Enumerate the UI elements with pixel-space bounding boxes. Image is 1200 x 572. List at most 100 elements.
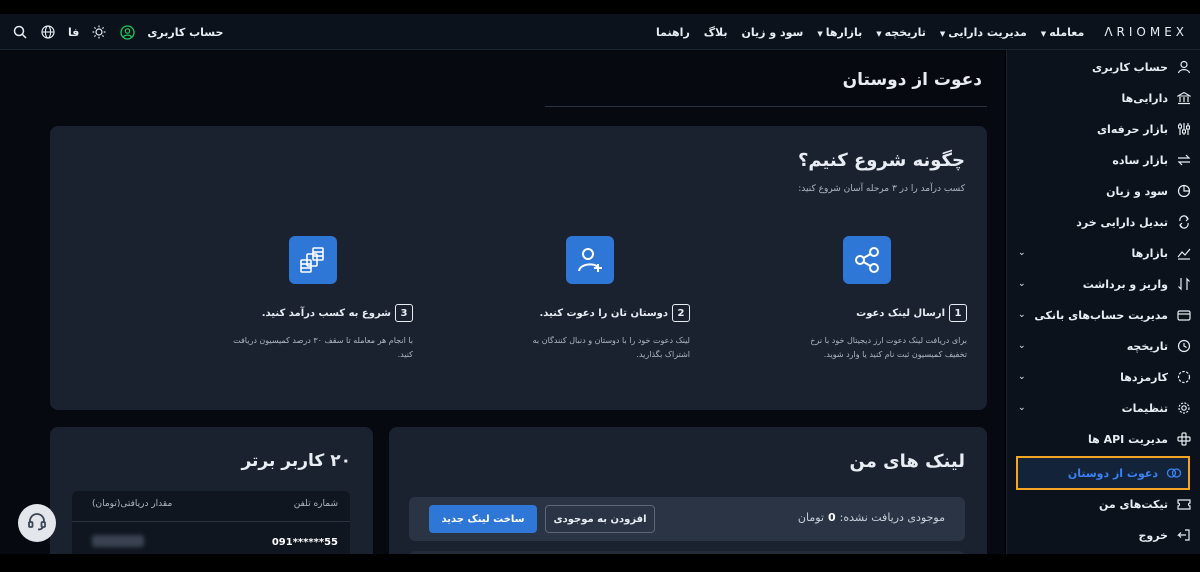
sidebar-item-pnl[interactable]: سود و زیان (1014, 178, 1192, 204)
history-icon (1176, 338, 1192, 354)
sidebar-item-label: بازارها (1131, 246, 1168, 260)
api-icon (1176, 431, 1192, 447)
sidebar-item-label: خروج (1138, 528, 1168, 542)
sidebar-item-settings[interactable]: تنظیمات ⌄ (1014, 395, 1192, 421)
step-title: 3 شروع به کسب درآمد کنید. (262, 304, 413, 322)
sidebar-item-label: تنظیمات (1121, 401, 1168, 415)
sidebar: حساب کاربری دارایی‌ها بازار حرفه‌ای بازا… (1006, 50, 1200, 554)
top-navbar: فا حساب کاربری ΛRIOMEX معامله▼ مدیریت دا… (0, 14, 1200, 50)
column-header-amount: مقدار دریافتی(تومان) (92, 499, 173, 509)
chevron-down-icon: ⌄ (1018, 310, 1026, 320)
caret-down-icon: ▼ (876, 29, 882, 38)
sidebar-item-markets[interactable]: بازارها ⌄ (1014, 240, 1192, 266)
user-plus-icon (566, 236, 614, 284)
column-header-phone: شماره تلفن (293, 499, 338, 509)
sidebar-item-pro-market[interactable]: بازار حرفه‌ای (1014, 116, 1192, 142)
nav-item-help[interactable]: راهنما (656, 26, 690, 39)
nav-item-trade[interactable]: معامله▼ (1041, 26, 1085, 39)
sidebar-item-account[interactable]: حساب کاربری (1014, 54, 1192, 80)
step-title: 1 ارسال لینک دعوت (856, 304, 967, 322)
table-row-amount-blurred (92, 535, 144, 547)
table-row-phone: 091******55 (271, 537, 338, 548)
unclaimed-balance: موجودی دریافت نشده:0تومان (797, 511, 945, 524)
globe-icon[interactable] (40, 24, 56, 40)
caret-down-icon: ▼ (1040, 29, 1047, 38)
swap-icon (1176, 152, 1192, 168)
sidebar-item-label: مدیریت حساب‌های بانکی (1034, 308, 1168, 322)
sidebar-item-label: بازار حرفه‌ای (1096, 122, 1168, 136)
chevron-down-icon: ⌄ (1018, 341, 1026, 351)
sidebar-item-label: دارایی‌ها (1121, 91, 1168, 105)
convert-icon (1176, 214, 1192, 230)
user-icon (1176, 59, 1192, 75)
step-title: 2 دوستان تان را دعوت کنید. (539, 304, 690, 322)
sidebar-item-label: بازار ساده (1112, 153, 1168, 167)
pie-chart-icon (1176, 183, 1192, 199)
step-description: برای دریافت لینک دعوت ارز دیجیتال خود با… (810, 336, 967, 359)
sun-icon[interactable] (91, 24, 107, 40)
my-links-title: لینک های من (849, 451, 966, 472)
add-to-balance-button[interactable]: افزودن به موجودی (545, 505, 655, 533)
sidebar-item-label: دعوت از دوستان (1067, 466, 1158, 480)
title-divider (545, 106, 987, 107)
how-subtitle: کسب درآمد را در ۳ مرحله آسان شروع کنید: (798, 184, 965, 194)
account-link[interactable]: حساب کاربری (147, 26, 223, 39)
top-users-title: ۲۰ کاربر برتر (241, 451, 351, 471)
sidebar-item-bank-accounts[interactable]: مدیریت حساب‌های بانکی ⌄ (1014, 302, 1192, 328)
sidebar-item-label: تیکت‌های من (1098, 497, 1168, 511)
sidebar-item-simple-market[interactable]: بازار ساده (1014, 147, 1192, 173)
language-label[interactable]: فا (68, 26, 79, 39)
chevron-down-icon: ⌄ (1018, 248, 1026, 258)
caret-down-icon: ▼ (817, 29, 823, 38)
step-description: با انجام هر معامله تا سقف ۳۰ درصد کمیسیو… (233, 336, 413, 359)
chart-icon (1176, 245, 1192, 261)
sidebar-item-label: تبدیل دارایی خرد (1076, 215, 1168, 229)
nav-item-asset-management[interactable]: مدیریت دارایی▼ (940, 26, 1027, 39)
sidebar-item-api[interactable]: مدیریت API ها (1014, 426, 1192, 452)
brand-logo[interactable]: ΛRIOMEX (1104, 25, 1188, 39)
chevron-down-icon: ⌄ (1018, 372, 1026, 382)
create-new-link-button[interactable]: ساخت لینک جدید (429, 505, 537, 533)
money-stack-icon (289, 236, 337, 284)
account-avatar-icon[interactable] (119, 24, 135, 40)
how-to-start-card: چگونه شروع کنیم؟ کسب درآمد را در ۳ مرحله… (50, 126, 987, 410)
sidebar-item-fees[interactable]: کارمزدها ⌄ (1014, 364, 1192, 390)
sidebar-item-logout[interactable]: خروج (1014, 522, 1192, 548)
sidebar-item-history[interactable]: تاریخچه ⌄ (1014, 333, 1192, 359)
balance-box: موجودی دریافت نشده:0تومان افزودن به موجو… (409, 497, 965, 541)
step-number: 1 (949, 304, 967, 322)
caret-down-icon: ▼ (939, 29, 946, 38)
nav-item-markets[interactable]: بازارها▼ (817, 26, 862, 39)
chevron-down-icon: ⌄ (1018, 279, 1026, 289)
page-title: دعوت از دوستان (842, 70, 982, 90)
sidebar-item-label: حساب کاربری (1091, 60, 1168, 74)
sidebar-item-tickets[interactable]: تیکت‌های من (1014, 491, 1192, 517)
step-number: 3 (395, 304, 413, 322)
sidebar-item-label: سود و زیان (1106, 184, 1168, 198)
sliders-icon (1176, 121, 1192, 137)
step-number: 2 (672, 304, 690, 322)
logout-icon (1176, 527, 1192, 543)
how-title: چگونه شروع کنیم؟ (797, 150, 965, 171)
nav-item-history[interactable]: تاریخچه▼ (876, 26, 926, 39)
support-chat-button[interactable] (18, 504, 56, 542)
search-icon[interactable] (12, 24, 28, 40)
header-divider (72, 521, 350, 522)
transfer-icon (1176, 276, 1192, 292)
nav-item-blog[interactable]: بلاگ (704, 26, 728, 39)
nav-item-pnl[interactable]: سود و زیان (742, 26, 804, 39)
step-description: لینک دعوت خود را با دوستان و دنبال کنندگ… (532, 336, 690, 359)
sidebar-item-invite-friends[interactable]: دعوت از دوستان (1016, 456, 1190, 490)
share-icon (843, 236, 891, 284)
chevron-down-icon: ⌄ (1018, 403, 1026, 413)
card-icon (1176, 307, 1192, 323)
sidebar-item-dust-convert[interactable]: تبدیل دارایی خرد (1014, 209, 1192, 235)
headset-icon (26, 510, 48, 536)
sidebar-item-assets[interactable]: دارایی‌ها (1014, 85, 1192, 111)
ticket-icon (1176, 496, 1192, 512)
top-users-card: ۲۰ کاربر برتر شماره تلفن مقدار دریافتی(ت… (50, 427, 373, 571)
fee-icon (1176, 369, 1192, 385)
invite-icon (1166, 465, 1182, 481)
sidebar-item-deposit-withdraw[interactable]: واریز و برداشت ⌄ (1014, 271, 1192, 297)
settings-icon (1176, 400, 1192, 416)
